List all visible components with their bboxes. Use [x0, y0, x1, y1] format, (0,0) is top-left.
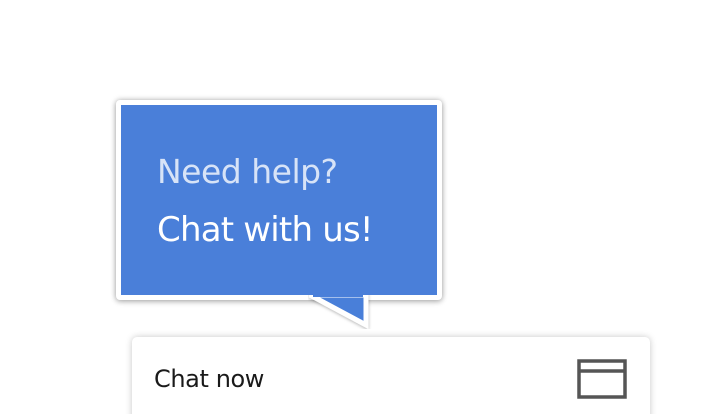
chat-now-bar[interactable]: Chat now — [132, 337, 650, 414]
bubble-tail — [308, 295, 369, 329]
chat-now-label: Chat now — [154, 365, 265, 393]
window-icon[interactable] — [577, 359, 627, 399]
chat-widget-area: Need help? Chat with us! Chat now — [0, 0, 720, 414]
need-help-text: Need help? — [157, 152, 338, 191]
chat-with-us-text: Chat with us! — [157, 210, 374, 250]
chat-invitation-bubble[interactable]: Need help? Chat with us! — [116, 100, 442, 300]
